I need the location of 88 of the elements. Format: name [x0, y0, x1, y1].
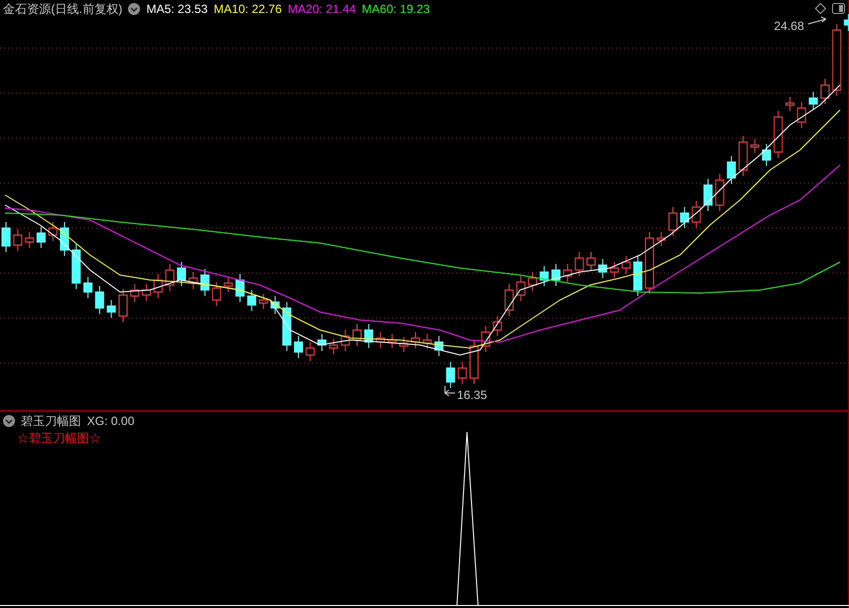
candlestick	[24, 232, 34, 248]
diamond-icon[interactable]	[815, 3, 826, 14]
candlestick	[411, 332, 420, 348]
candlestick	[200, 268, 210, 296]
candlestick	[785, 96, 794, 112]
signal-label: ☆碧玉刀幅图☆	[16, 430, 102, 447]
arrow-icon	[808, 16, 826, 24]
candlestick	[680, 206, 690, 228]
candlestick	[2, 222, 10, 252]
candlestick	[563, 264, 572, 282]
candlestick	[574, 252, 584, 276]
candlestick	[95, 286, 104, 314]
candlestick	[633, 256, 642, 296]
candlestick	[446, 362, 456, 388]
indicator-value: XG: 0.00	[87, 412, 134, 430]
candlestick	[598, 258, 608, 278]
candlestick	[797, 102, 806, 128]
candlestick	[656, 232, 666, 246]
dropdown-icon[interactable]	[128, 2, 140, 14]
high-price-label: 24.68	[774, 18, 804, 35]
candlestick	[352, 324, 362, 346]
candlestick	[177, 262, 186, 286]
dropdown-icon[interactable]	[3, 414, 15, 426]
candlestick	[212, 282, 222, 306]
candlestick	[715, 174, 724, 212]
candlestick	[540, 266, 549, 286]
indicator-title: 碧玉刀幅图	[21, 412, 81, 430]
candlestick	[294, 336, 303, 358]
candlestick	[247, 290, 256, 312]
indicator-value: MA60: 19.23	[362, 0, 430, 18]
candlestick	[106, 300, 116, 318]
chart-title: 金石资源(日线.前复权)	[3, 0, 122, 18]
candlestick	[704, 178, 712, 212]
candlestick	[188, 272, 198, 290]
indicator-value: MA20: 21.44	[288, 0, 356, 18]
candlestick	[726, 156, 736, 184]
candlestick	[236, 274, 244, 302]
candlestick	[481, 326, 490, 352]
candlestick	[820, 78, 830, 104]
candlestick	[282, 302, 292, 352]
candlestick	[154, 274, 163, 298]
candlestick	[13, 228, 22, 252]
candlestick	[364, 324, 374, 348]
candlestick	[492, 316, 502, 336]
candlestick	[83, 276, 92, 298]
candlestick	[340, 330, 350, 352]
candlestick	[388, 334, 397, 348]
candlestick	[306, 342, 315, 362]
candlestick	[130, 284, 140, 302]
candlestick	[738, 136, 748, 176]
candlestick	[258, 294, 268, 310]
candlestick	[60, 222, 69, 256]
candlestick	[72, 244, 81, 290]
arrow-icon	[444, 386, 456, 396]
candlestick	[762, 144, 771, 166]
candlestick	[692, 200, 701, 228]
candlestick	[528, 272, 537, 292]
candlestick	[118, 288, 128, 322]
candlestick	[399, 336, 408, 352]
candlestick	[317, 334, 326, 352]
candlestick	[376, 332, 385, 348]
candlestick	[48, 222, 58, 242]
candlestick	[668, 206, 678, 236]
candlestick	[516, 276, 526, 302]
candlestick	[458, 362, 467, 384]
candlestick	[622, 256, 631, 274]
candlestick	[470, 340, 478, 384]
candlestick	[434, 336, 444, 356]
candlestick	[808, 92, 818, 110]
candlestick	[610, 262, 619, 278]
candlestick	[165, 264, 174, 292]
candlestick	[774, 110, 783, 158]
candlestick	[224, 276, 233, 292]
panel-toggle-icon[interactable]	[832, 3, 845, 14]
candlestick	[142, 284, 151, 302]
indicator-value: MA10: 22.76	[214, 0, 282, 18]
candlestick	[270, 296, 280, 314]
low-price-label: 16.35	[457, 387, 488, 404]
indicator-value: MA5: 23.53	[146, 0, 208, 18]
candlestick	[645, 232, 654, 294]
candlestick	[422, 334, 432, 350]
candlestick	[504, 284, 514, 316]
candlestick	[750, 138, 760, 154]
candlestick	[586, 252, 596, 272]
candlestick	[329, 338, 338, 354]
candlestick	[844, 14, 849, 32]
candlestick	[551, 264, 560, 286]
candlestick	[36, 226, 46, 248]
